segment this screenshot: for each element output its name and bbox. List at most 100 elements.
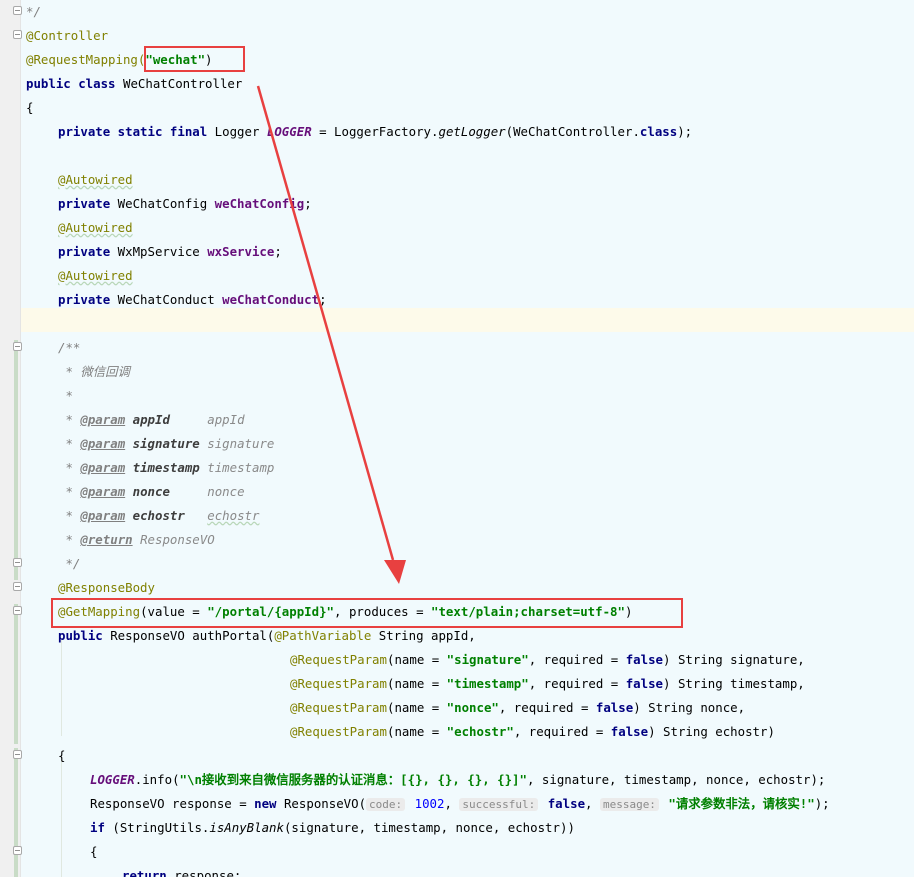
number-literal: 1002 — [407, 796, 445, 811]
parameter-hint: message: — [599, 798, 659, 811]
code-text: , required = — [498, 700, 596, 715]
code-text: , — [585, 796, 600, 811]
code-text: ResponseVO authPortal( — [102, 628, 275, 643]
keyword: private — [58, 292, 111, 307]
code-line-method-open: { — [58, 744, 65, 768]
request-param-annotation: @RequestParam — [290, 676, 387, 691]
code-line-param-nonce: @RequestParam(name = "nonce", required =… — [290, 696, 745, 720]
parameter-hint: code: — [366, 798, 406, 811]
code-text: ); — [677, 124, 693, 139]
code-editor[interactable]: */ @Controller @RequestMapping("wechat")… — [0, 0, 914, 877]
param-string: "signature" — [446, 652, 529, 667]
code-text: ) String nonce, — [633, 700, 746, 715]
annotation-fold-bar — [14, 604, 18, 744]
keyword: false — [610, 724, 649, 739]
code-line-4: public class WeChatController — [26, 72, 242, 96]
code-line-9: private WeChatConfig weChatConfig; — [58, 192, 312, 216]
code-line-if: if (StringUtils.isAnyBlank(signature, ti… — [90, 816, 575, 840]
doc-param-name: nonce — [132, 484, 170, 499]
doc-param-line: * @param appId appId — [58, 412, 245, 427]
keyword: false — [625, 676, 664, 691]
method-name: isAnyBlank — [209, 820, 284, 835]
fold-icon[interactable] — [13, 6, 22, 15]
code-text: ); — [814, 796, 830, 811]
code-line-logger: LOGGER.info("\n接收到来自微信服务器的认证消息：[{}, {}, … — [90, 768, 825, 792]
code-text: ; — [274, 244, 282, 259]
doc-param-desc: nonce — [207, 484, 245, 499]
fold-icon[interactable] — [13, 558, 22, 567]
doc-param-line: * @param nonce nonce — [58, 484, 245, 499]
doc-fold-bar — [14, 340, 18, 580]
keyword: false — [540, 796, 586, 811]
message-string: "请求参数非法，请核实!" — [660, 796, 815, 811]
keyword: private — [58, 196, 111, 211]
code-line-if-open: { — [90, 840, 97, 864]
code-line-param-echostr: @RequestParam(name = "echostr", required… — [290, 720, 775, 744]
class-name: WeChatController — [115, 76, 243, 91]
fold-icon[interactable] — [13, 342, 22, 351]
doc-param-tag: @param — [80, 484, 126, 499]
code-text: (name = — [386, 700, 447, 715]
fold-icon[interactable] — [13, 846, 22, 855]
doc-line-star: * — [58, 384, 72, 408]
doc-param-name: appId — [132, 412, 170, 427]
brace: { — [58, 748, 66, 763]
code-text: , required = — [528, 676, 626, 691]
type-name: Logger — [207, 124, 267, 139]
brace: { — [26, 100, 34, 115]
doc-line-open: /** — [58, 336, 80, 360]
fold-icon[interactable] — [13, 606, 22, 615]
code-text: ; — [319, 292, 327, 307]
doc-param-line: * @param timestamp timestamp — [58, 460, 275, 475]
keyword: public — [58, 628, 103, 643]
code-text: , required = — [513, 724, 611, 739]
keyword: if — [90, 820, 105, 835]
doc-return-line: * @return ResponseVO — [58, 532, 215, 547]
code-line-2: @Controller — [26, 24, 108, 48]
doc-comment: * 微信回调 — [58, 364, 130, 379]
keyword: class — [639, 124, 678, 139]
code-line-12: @Autowired — [58, 264, 133, 288]
highlight-box-getmapping — [51, 598, 683, 628]
code-text: , — [444, 796, 460, 811]
brace: { — [90, 844, 98, 859]
code-text: (StringUtils. — [104, 820, 210, 835]
method-name: getLogger — [438, 124, 506, 139]
code-text: ) String echostr) — [648, 724, 775, 739]
keyword: private static final — [58, 124, 208, 139]
doc-param-line: * @param echostr echostr — [58, 508, 260, 523]
code-line-11: private WxMpService wxService; — [58, 240, 282, 264]
code-text: , signature, timestamp, nonce, echostr); — [526, 772, 826, 787]
doc-param-name: timestamp — [132, 460, 200, 475]
type-name: WeChatConduct — [110, 292, 223, 307]
doc-param-tag: @param — [80, 436, 126, 451]
code-text: response; — [166, 868, 242, 877]
fold-icon[interactable] — [13, 30, 22, 39]
doc-return-tag: @return — [80, 532, 133, 547]
code-text: (WeChatController. — [505, 124, 640, 139]
logger-constant: LOGGER — [266, 124, 312, 139]
log-message-string: "\n接收到来自微信服务器的认证消息：[{}, {}, {}, {}]" — [179, 772, 527, 787]
doc-param-desc: timestamp — [207, 460, 275, 475]
doc-param-desc: echostr — [207, 508, 260, 523]
doc-param-name: signature — [132, 436, 200, 451]
controller-annotation: @Controller — [26, 28, 109, 43]
doc-param-desc: signature — [207, 436, 275, 451]
fold-icon[interactable] — [13, 750, 22, 759]
keyword: false — [625, 652, 664, 667]
doc-param-tag: @param — [80, 460, 126, 475]
response-body-annotation: @ResponseBody — [58, 580, 155, 595]
method-fold-bar — [14, 748, 18, 877]
doc-param-tag: @param — [80, 412, 126, 427]
code-line-8: @Autowired — [58, 168, 133, 192]
doc-param-desc: appId — [207, 412, 245, 427]
request-param-annotation: @RequestParam — [290, 724, 387, 739]
keyword: public class — [26, 76, 116, 91]
request-param-annotation: @RequestParam — [290, 652, 387, 667]
param-string: "echostr" — [446, 724, 514, 739]
doc-param-tag: @param — [80, 508, 126, 523]
doc-line-desc: * 微信回调 — [58, 360, 130, 384]
code-text: ; — [304, 196, 312, 211]
fold-icon[interactable] — [13, 582, 22, 591]
code-text: , required = — [528, 652, 626, 667]
